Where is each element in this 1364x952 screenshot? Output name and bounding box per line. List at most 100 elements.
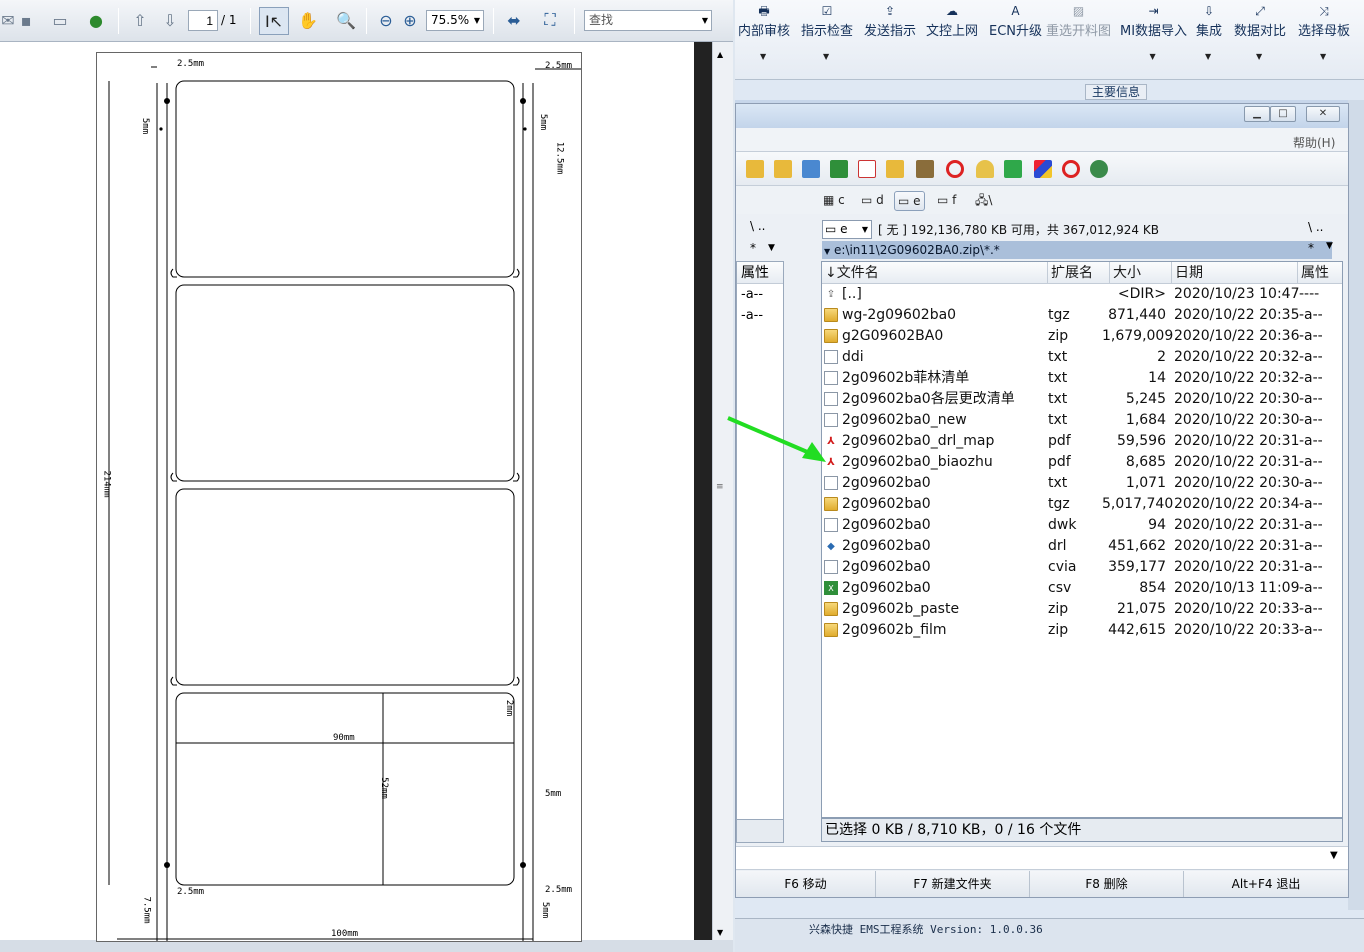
fit-page-icon[interactable]: ⛶ [538,8,562,32]
scroll-down-icon[interactable]: ▼ [717,928,723,937]
folder-icon[interactable] [746,160,764,178]
drive-select[interactable]: ▭ e ▼ [822,220,872,239]
column-date[interactable]: 日期 [1172,262,1298,284]
list-item[interactable]: -a-- [737,284,783,305]
current-path[interactable]: ▼ e:\in11\2G09602BA0.zip\*.* [822,241,1332,259]
block-icon[interactable] [1062,160,1080,178]
file-row[interactable]: 2g09602ba0 dwk 94 2020/10/22 20:31 -a-- [822,515,1342,536]
drive-f-button[interactable]: ▭ f [934,191,959,211]
mail-icon[interactable]: ▭ [48,8,72,32]
tool-icon[interactable] [916,160,934,178]
file-row[interactable]: ◆ 2g09602ba0 drl 451,662 2020/10/22 20:31 -a-… [822,536,1342,557]
column-name[interactable]: ↓文件名 [822,262,1048,284]
drive-d-button[interactable]: ▭ d [858,191,887,211]
left-pane-list[interactable]: 属性 -a-- -a-- [736,261,784,821]
ribbon-button[interactable]: ⇩ 集成 ▼ [1196,2,1222,61]
f7-newfolder-button[interactable]: F7 新建文件夹 [876,871,1030,897]
drive-c-button[interactable]: ▦ c [820,191,848,211]
scroll-grip-icon[interactable]: ≡ [716,482,724,492]
column-attr[interactable]: 属性 [1298,262,1342,284]
pdf-export-icon[interactable] [1004,160,1022,178]
ribbon-button[interactable]: ☑ 指示检查 ▼ [801,2,853,61]
file-row[interactable]: 2g09602b菲林清单 txt 14 2020/10/22 20:32 -a-- [822,368,1342,389]
f6-move-button[interactable]: F6 移动 [736,871,876,897]
color-icon[interactable] [1034,160,1052,178]
command-history-icon[interactable]: ▼ [1330,850,1338,861]
select-text-icon[interactable]: I↖ [259,7,289,35]
file-row[interactable]: 2g09602ba0_new txt 1,684 2020/10/22 20:30 -a… [822,410,1342,431]
ribbon-button[interactable]: ☁ 文控上网 [926,2,978,39]
zoom-out-icon[interactable]: ⊖ [374,8,398,32]
folder-icon[interactable] [774,160,792,178]
maximize-button[interactable]: □ [1270,106,1296,122]
ribbon-button[interactable]: ⇪ 发送指示 [864,2,916,39]
ribbon-button[interactable]: 🖶 内部审核 ▼ [738,2,790,61]
menu-help[interactable]: 帮助(H) [1293,134,1335,151]
drive-e-button[interactable]: ▭ e [894,191,925,211]
ribbon-button[interactable]: ▨ 重选开料图 [1046,2,1111,39]
root-up-nav[interactable]: \ .. [1308,220,1324,234]
archive-icon[interactable] [886,160,904,178]
exit-button[interactable]: Alt+F4 退出 [1184,871,1348,897]
close-button[interactable]: ✕ [1306,106,1340,122]
minimize-button[interactable]: ▁ [1244,106,1270,122]
file-row[interactable]: 2g09602ba0各层更改清单 txt 5,245 2020/10/22 20:30… [822,389,1342,410]
web-icon[interactable]: ● [84,8,108,32]
chevron-down-icon[interactable]: ▼ [1256,52,1262,61]
ribbon-button[interactable]: ⇥ MI数据导入 ▼ [1120,2,1187,61]
chevron-down-icon[interactable]: ▼ [760,52,766,61]
ribbon-button[interactable]: ⤨ 选择母板 ▼ [1298,2,1350,61]
zoom-tool-icon[interactable]: 🔍 [334,8,358,32]
key-icon[interactable] [976,160,994,178]
save-icon[interactable]: ▪ [14,8,38,32]
next-page-icon[interactable]: ⇩ [158,8,182,32]
zoom-select[interactable]: 75.5% ▼ [426,10,484,31]
chevron-down-icon[interactable]: ▼ [823,52,829,61]
left-pane-attr-header[interactable]: 属性 [737,262,783,284]
pdf-icon[interactable] [858,160,876,178]
page-number-input[interactable] [188,10,218,31]
excel-icon[interactable] [830,160,848,178]
file-row[interactable]: X 2g09602ba0 csv 854 2020/10/13 11:09 -a-- [822,578,1342,599]
file-row[interactable]: wg-2g09602ba0 tgz 871,440 2020/10/22 20:35-… [822,305,1342,326]
file-row[interactable]: 2g09602ba0 txt 1,071 2020/10/22 20:30 -a-- [822,473,1342,494]
file-row[interactable]: g2G09602BA0 zip 1,679,009 2020/10/22 20:36-… [822,326,1342,347]
list-item[interactable]: -a-- [737,305,783,326]
file-row[interactable]: 2g09602b_paste zip 21,075 2020/10/22 20:33-… [822,599,1342,620]
fit-width-icon[interactable]: ⬌ [502,8,526,32]
f8-delete-button[interactable]: F8 删除 [1030,871,1184,897]
command-line[interactable] [736,846,1348,870]
prev-page-icon[interactable]: ⇧ [128,8,152,32]
hand-tool-icon[interactable]: ✋ [296,8,320,32]
column-ext[interactable]: 扩展名 [1048,262,1110,284]
network-drive-button[interactable]: 🖧\ [972,191,995,211]
file-row[interactable]: 2g09602ba0 tgz 5,017,740 2020/10/22 20:34 -a… [822,494,1342,515]
file-row[interactable]: ⅄ 2g09602ba0_biaozhu pdf 8,685 2020/10/22 20… [822,452,1342,473]
file-row[interactable]: ddi txt 2 2020/10/22 20:32 -a-- [822,347,1342,368]
file-filter[interactable]: * ▼ [1308,241,1333,255]
file-attr: -a-- [1299,433,1323,449]
file-date: 2020/10/22 20:33 [1174,622,1300,638]
scroll-up-icon[interactable]: ▲ [717,50,723,59]
stop-icon[interactable] [946,160,964,178]
chevron-down-icon[interactable]: ▼ [1205,52,1211,61]
file-list[interactable]: ↓文件名 扩展名 大小 日期 属性 ⇪ [..] <DIR> 2020/10/23 1… [821,261,1343,818]
network-icon[interactable] [1090,160,1108,178]
file-row[interactable]: ⅄ 2g09602ba0_drl_map pdf 59,596 2020/10/22 2… [822,431,1342,452]
zoom-in-icon[interactable]: ⊕ [398,8,422,32]
column-size[interactable]: 大小 [1110,262,1172,284]
left-pane-path[interactable]: \ .. [736,216,784,236]
refresh-icon[interactable] [802,160,820,178]
pdf-vertical-scrollbar[interactable]: ▲ ≡ ▼ [712,42,733,940]
file-row[interactable]: ⇪ [..] <DIR> 2020/10/23 10:47 ---- [822,284,1342,305]
ribbon-button[interactable]: A ECN升级 [989,2,1042,39]
file-row[interactable]: 2g09602ba0 cvia 359,177 2020/10/22 20:31 -a-… [822,557,1342,578]
left-pane-filter[interactable]: * ▼ [736,238,784,258]
ribbon-button[interactable]: ⤢ 数据对比 ▼ [1234,2,1286,61]
find-input[interactable]: 查找 ▼ [584,10,712,31]
dim-label: 5mm [538,113,549,131]
chevron-down-icon[interactable]: ▼ [1150,52,1156,61]
chevron-down-icon[interactable]: ▼ [1320,52,1326,61]
file-row[interactable]: 2g09602b_film zip 442,615 2020/10/22 20:33-… [822,620,1342,641]
file-name: 2g09602ba0 [842,559,931,575]
